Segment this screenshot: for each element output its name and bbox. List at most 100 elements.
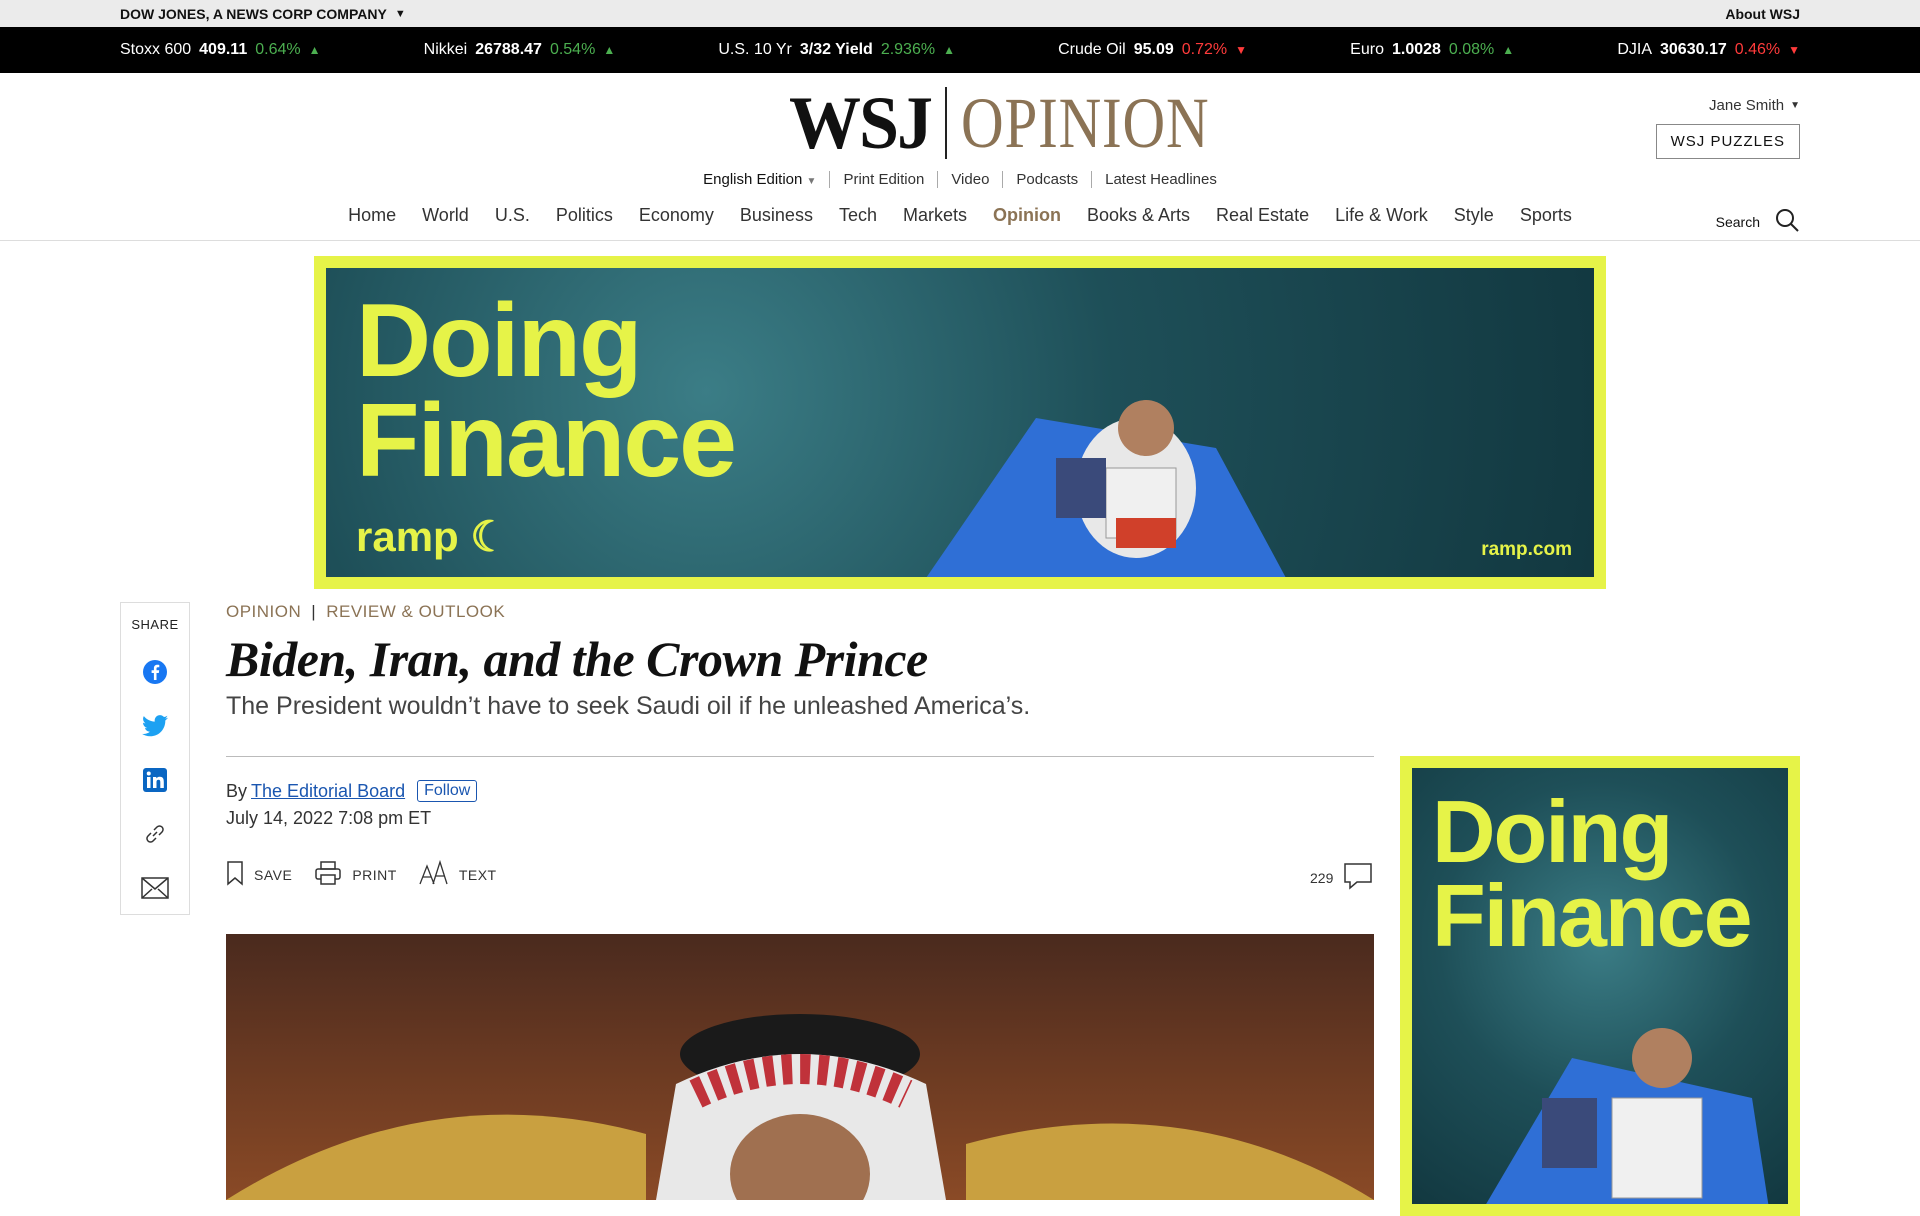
latest-headlines-link[interactable]: Latest Headlines — [1091, 171, 1230, 188]
ticker-item[interactable]: Nikkei 26788.47 0.54% ▲ — [424, 41, 616, 59]
ticker-value: 1.0028 — [1391, 41, 1441, 58]
masthead: WSJ OPINION Jane Smith ▼ WSJ PUZZLES Eng… — [0, 73, 1920, 241]
hero-image — [226, 934, 1374, 1200]
ad-headline-line: Finance — [1432, 866, 1753, 966]
byline: By The Editorial Board Follow — [226, 780, 478, 802]
ticker-value: 409.11 — [199, 41, 248, 58]
wsj-opinion-logo[interactable]: WSJ OPINION — [789, 83, 1264, 163]
about-link[interactable]: About WSJ — [1725, 6, 1800, 22]
edition-selector[interactable]: English Edition ▼ — [690, 171, 829, 188]
print-label: PRINT — [352, 866, 397, 883]
text-size-icon — [419, 859, 449, 889]
banner-ad-image: Doing Finance ramp ☾ ramp.com — [326, 268, 1594, 577]
twitter-icon[interactable] — [141, 712, 169, 740]
linkedin-icon[interactable] — [141, 766, 169, 794]
nav-item-tech[interactable]: Tech — [839, 205, 877, 226]
nav-item-life-work[interactable]: Life & Work — [1335, 205, 1428, 226]
facebook-icon[interactable] — [141, 658, 169, 686]
save-button[interactable]: SAVE — [226, 860, 292, 889]
ticker-item[interactable]: Crude Oil 95.09 0.72% ▼ — [1058, 41, 1247, 59]
nav-item-politics[interactable]: Politics — [556, 205, 613, 226]
ticker-name: DJIA — [1617, 41, 1652, 58]
save-label: SAVE — [254, 866, 293, 883]
arrow-up-icon: ▲ — [1502, 43, 1515, 57]
nav-item-sports[interactable]: Sports — [1520, 205, 1572, 226]
author-link[interactable]: The Editorial Board — [251, 781, 405, 802]
ticker-change: 0.46% — [1734, 41, 1781, 58]
nav-item-us[interactable]: U.S. — [495, 205, 530, 226]
ticker-name: U.S. 10 Yr — [718, 41, 792, 58]
ticker-change: 0.72% — [1181, 41, 1228, 58]
pool-float-illustration — [926, 400, 1286, 577]
nav-item-books-arts[interactable]: Books & Arts — [1087, 205, 1190, 226]
chevron-down-icon: ▼ — [806, 176, 817, 187]
chevron-down-icon: ▼ — [1790, 100, 1800, 111]
sidebar-ad-image: Doing Finance — [1412, 768, 1788, 1204]
print-edition-link[interactable]: Print Edition — [829, 171, 937, 188]
header-divider — [226, 756, 1374, 757]
nav-item-real-estate[interactable]: Real Estate — [1216, 205, 1309, 226]
nav-item-home[interactable]: Home — [348, 205, 396, 226]
podcasts-link[interactable]: Podcasts — [1002, 171, 1091, 188]
comments-button[interactable]: 229 — [1310, 862, 1373, 893]
ticker-item[interactable]: DJIA 30630.17 0.46% ▼ — [1617, 41, 1800, 59]
banner-ad[interactable]: Doing Finance ramp ☾ ramp.com — [314, 256, 1606, 589]
ticker-item[interactable]: Stoxx 600 409.11 0.64% ▲ — [120, 41, 320, 59]
nav-item-opinion[interactable]: Opinion — [993, 205, 1061, 226]
market-ticker: Stoxx 600 409.11 0.64% ▲ Nikkei 26788.47… — [0, 27, 1920, 73]
arrow-down-icon: ▼ — [1235, 43, 1248, 57]
arrow-up-icon: ▲ — [943, 43, 955, 57]
ticker-name: Nikkei — [423, 41, 468, 58]
ticker-change: 0.64% — [255, 41, 301, 58]
ad-headline: Doing Finance — [1432, 787, 1753, 966]
sidebar-ad[interactable]: Doing Finance — [1400, 756, 1800, 1216]
moon-icon: ☾ — [470, 513, 509, 560]
nav-item-style[interactable]: Style — [1454, 205, 1494, 226]
article-headline: Biden, Iran, and the Crown Prince — [226, 631, 928, 687]
section-tag: OPINION | REVIEW & OUTLOOK — [226, 602, 505, 622]
ticker-item[interactable]: U.S. 10 Yr 3/32 Yield 2.936% ▲ — [718, 41, 955, 59]
corporate-dropdown[interactable]: DOW JONES, A NEWS CORP COMPANY ▼ — [120, 6, 406, 22]
share-label: SHARE — [131, 617, 179, 632]
ad-headline-line: Finance — [356, 382, 737, 499]
nav-item-economy[interactable]: Economy — [639, 205, 714, 226]
user-menu[interactable]: Jane Smith ▼ — [1656, 97, 1800, 114]
ad-brand: ramp ☾ — [356, 512, 508, 561]
subsection-link[interactable]: REVIEW & OUTLOOK — [326, 602, 505, 622]
ticker-change: 2.936% — [880, 41, 936, 58]
ticker-change: 0.54% — [549, 41, 596, 58]
user-name: Jane Smith — [1709, 97, 1785, 114]
logo-divider — [945, 87, 948, 159]
wsj-puzzles-button[interactable]: WSJ PUZZLES — [1655, 124, 1800, 159]
ticker-value: 95.09 — [1133, 41, 1174, 58]
byline-prefix: By — [226, 780, 248, 801]
ad-headline: Doing Finance — [356, 289, 737, 499]
ad-brand-text: ramp — [356, 513, 459, 560]
arrow-up-icon: ▲ — [308, 43, 321, 57]
hero-photo-illustration — [226, 1014, 1374, 1200]
print-button[interactable]: PRINT — [314, 860, 397, 889]
ticker-name: Stoxx 600 — [120, 41, 192, 58]
ticker-change: 0.08% — [1448, 41, 1495, 58]
ticker-name: Euro — [1350, 41, 1384, 58]
nav-item-world[interactable]: World — [422, 205, 469, 226]
nav-item-markets[interactable]: Markets — [903, 205, 967, 226]
ticker-item[interactable]: Euro 1.0028 0.08% ▲ — [1350, 41, 1514, 59]
section-logo-text: OPINION — [961, 83, 1210, 163]
article-dek: The President wouldn’t have to seek Saud… — [226, 692, 1031, 720]
section-link[interactable]: OPINION — [226, 602, 301, 622]
video-link[interactable]: Video — [937, 171, 1002, 188]
follow-button[interactable]: Follow — [417, 780, 478, 802]
nav-item-business[interactable]: Business — [740, 205, 813, 226]
printer-icon — [314, 860, 342, 889]
text-label: TEXT — [458, 866, 497, 883]
company-name: DOW JONES, A NEWS CORP COMPANY — [120, 5, 387, 22]
ticker-value: 30630.17 — [1660, 41, 1727, 58]
search-button[interactable]: Search — [1716, 207, 1800, 236]
article-tools: SAVE PRINT TEXT — [226, 859, 497, 889]
link-icon[interactable] — [141, 820, 169, 848]
search-icon — [1774, 207, 1800, 236]
corporate-bar: DOW JONES, A NEWS CORP COMPANY ▼ About W… — [0, 0, 1920, 27]
email-icon[interactable] — [141, 874, 169, 902]
text-size-button[interactable]: TEXT — [419, 859, 497, 889]
